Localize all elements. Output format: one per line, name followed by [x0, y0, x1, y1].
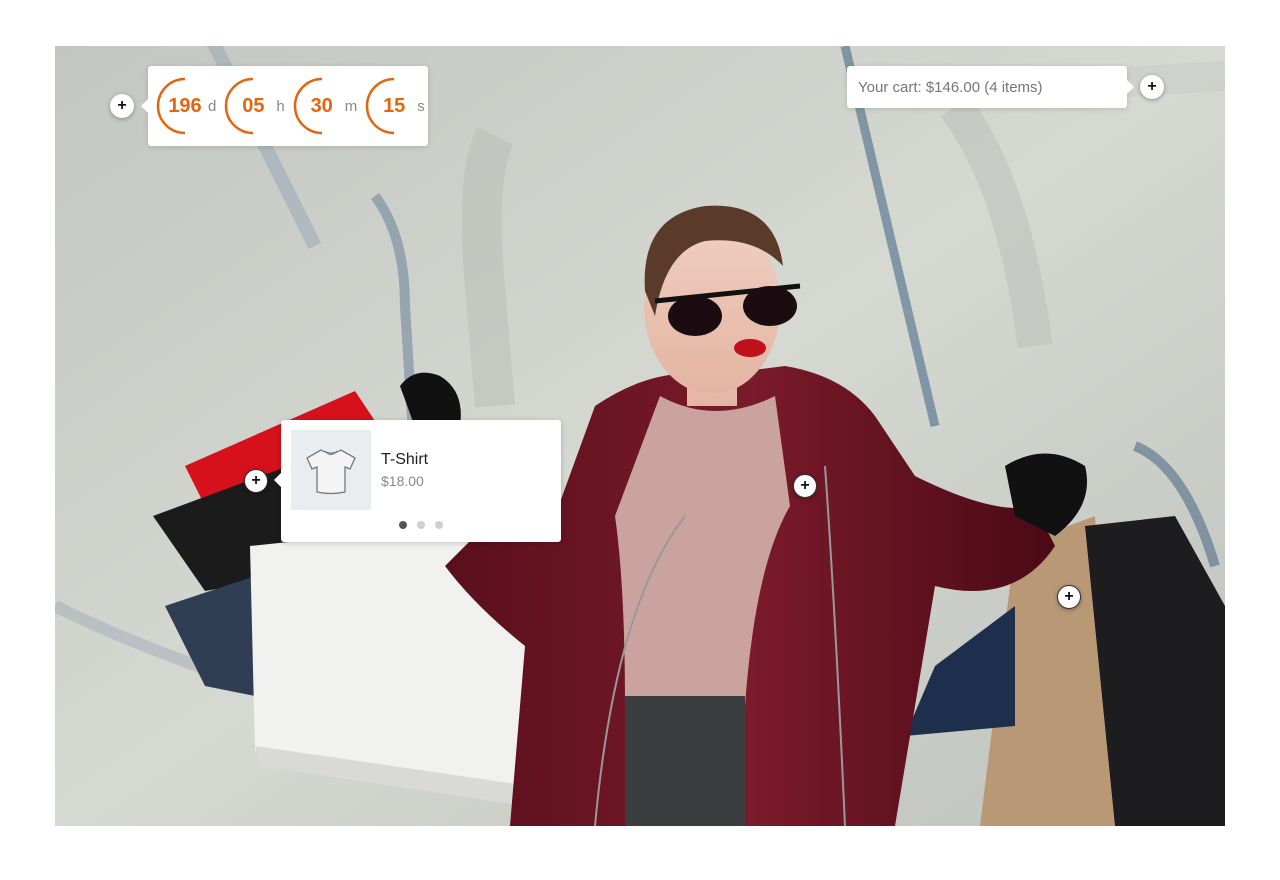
countdown-days-value: 196	[168, 94, 202, 117]
countdown-minutes: 30 m	[293, 77, 357, 135]
carousel-dot-1[interactable]	[399, 521, 407, 529]
cart-hotspot-button[interactable]: +	[1140, 75, 1164, 99]
countdown-days: 196 d	[156, 77, 216, 135]
carousel-dot-3[interactable]	[435, 521, 443, 529]
product-thumbnail[interactable]	[291, 430, 371, 510]
plus-icon: +	[117, 97, 127, 114]
shopping-woman-photo	[55, 46, 1225, 826]
carousel-dot-2[interactable]	[417, 521, 425, 529]
cart-summary-text: Your cart: $146.00 (4 items)	[858, 78, 1043, 96]
product-hotspot-button[interactable]: +	[244, 469, 268, 493]
plus-icon: +	[1064, 588, 1074, 605]
carousel-pagination	[281, 521, 561, 529]
countdown-seconds: 15 s	[365, 77, 425, 135]
countdown-hotspot-button[interactable]: +	[110, 94, 134, 118]
countdown-hours-value: 05	[242, 94, 265, 117]
plus-icon: +	[800, 477, 810, 494]
countdown-timer: 196 d 05 h 30 m 15 s	[141, 66, 428, 146]
plus-icon: +	[1147, 78, 1157, 95]
product-name[interactable]: T-Shirt	[381, 451, 428, 469]
countdown-seconds-value: 15	[383, 94, 406, 117]
cart-summary[interactable]: Your cart: $146.00 (4 items)	[847, 66, 1134, 108]
tshirt-icon	[306, 449, 356, 495]
coat-hotspot-button[interactable]: +	[793, 474, 817, 498]
countdown-minutes-value: 30	[310, 94, 333, 117]
bags-hotspot-button[interactable]: +	[1057, 585, 1081, 609]
plus-icon: +	[251, 472, 261, 489]
countdown-hours: 05 h	[224, 77, 285, 135]
product-price: $18.00	[381, 473, 424, 489]
hero-image	[55, 46, 1225, 826]
product-popup: T-Shirt $18.00	[274, 420, 561, 542]
